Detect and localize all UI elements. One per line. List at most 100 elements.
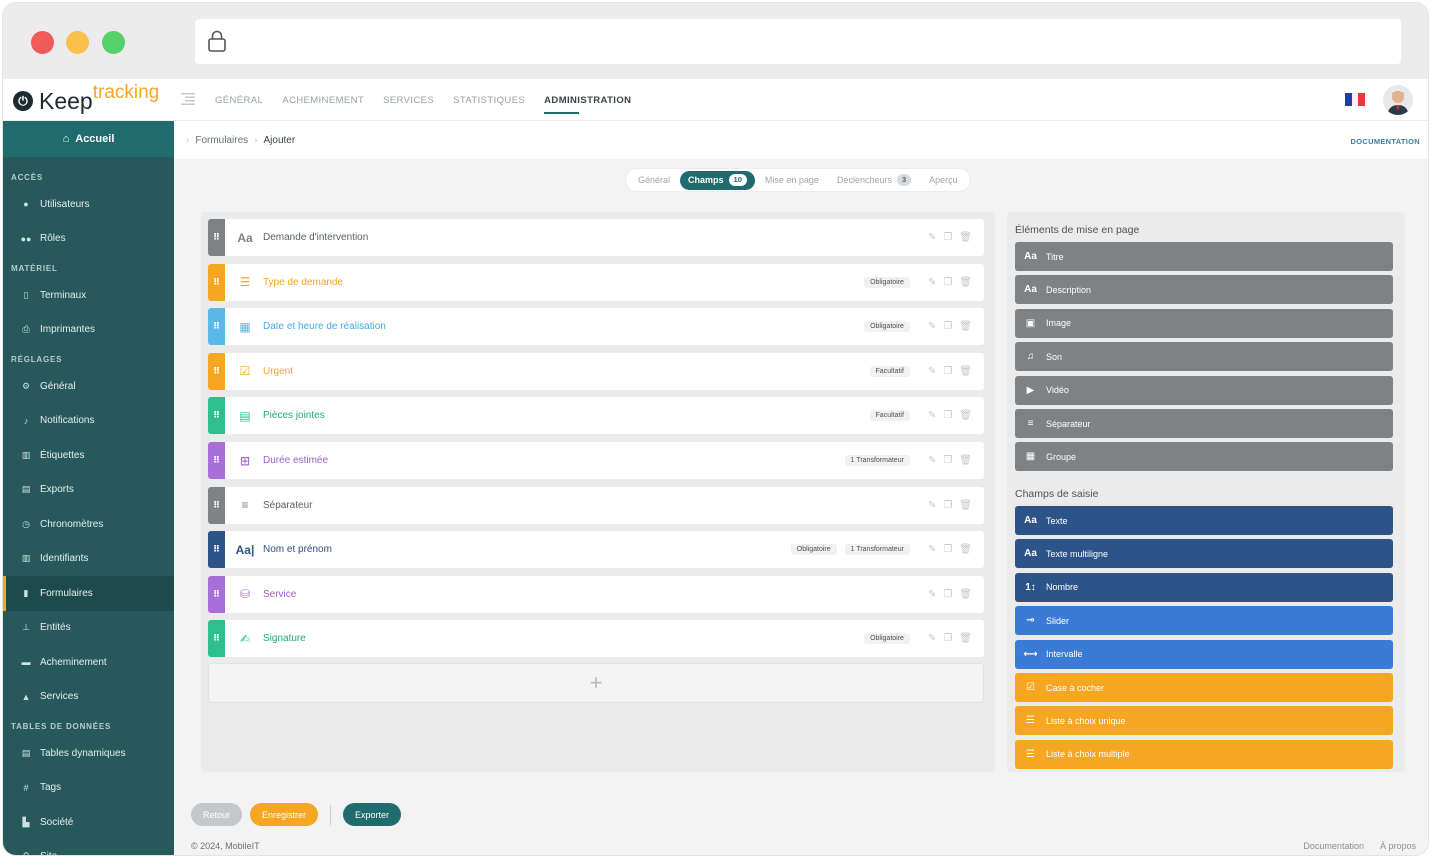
sidebar-item-formulaires[interactable]: ▮ Formulaires	[3, 576, 174, 611]
edit-icon[interactable]: ✎	[928, 321, 936, 332]
sidebar-item-services[interactable]: ▲ Services	[3, 680, 174, 715]
footer-documentation-link[interactable]: Documentation	[1303, 841, 1364, 851]
drag-handle-icon[interactable]: ⠿	[208, 308, 225, 346]
nav-general[interactable]: GÉNÉRAL	[215, 95, 263, 106]
palette-intervalle-button[interactable]: ⟷ Intervalle	[1015, 639, 1393, 669]
sidebar-item-utilisateurs[interactable]: ● Utilisateurs	[3, 187, 174, 222]
edit-icon[interactable]: ✎	[928, 500, 936, 511]
field-row[interactable]: ⠿ ⊞ Durée estimée 1 Transformateur ✎ ❐ 🗑	[208, 442, 984, 479]
duplicate-icon[interactable]: ❐	[943, 633, 952, 644]
field-row[interactable]: ⠿ ⛁ Service ✎ ❐ 🗑	[208, 575, 984, 613]
menu-toggle-icon[interactable]	[181, 93, 195, 105]
edit-icon[interactable]: ✎	[928, 544, 936, 555]
sidebar-item-terminaux[interactable]: ▯ Terminaux	[3, 278, 174, 313]
close-window-button[interactable]	[31, 31, 54, 54]
edit-icon[interactable]: ✎	[928, 366, 936, 377]
sidebar-item-tables-dynamiques[interactable]: ▤ Tables dynamiques	[3, 736, 174, 771]
palette-liste-a-choix-multiple-button[interactable]: ☰ Liste à choix multiple	[1015, 739, 1393, 769]
field-row[interactable]: ⠿ ☑ Urgent Facultatif ✎ ❐ 🗑	[208, 352, 984, 390]
tab-champs[interactable]: Champs 10	[680, 170, 755, 190]
delete-icon[interactable]: 🗑	[959, 232, 972, 243]
duplicate-icon[interactable]: ❐	[943, 589, 952, 600]
delete-icon[interactable]: 🗑	[959, 410, 972, 421]
delete-icon[interactable]: 🗑	[959, 277, 972, 288]
duplicate-icon[interactable]: ❐	[943, 544, 952, 555]
field-row[interactable]: ⠿ Aa Demande d'intervention ✎ ❐ 🗑	[208, 219, 984, 256]
sidebar-item-etiquettes[interactable]: ▥ Étiquettes	[3, 438, 174, 473]
field-row[interactable]: ⠿ ▤ Pièces jointes Facultatif ✎ ❐ 🗑	[208, 397, 984, 435]
documentation-link[interactable]: DOCUMENTATION	[1351, 137, 1420, 146]
palette-slider-button[interactable]: ⊸ Slider	[1015, 606, 1393, 636]
delete-icon[interactable]: 🗑	[959, 455, 972, 466]
drag-handle-icon[interactable]: ⠿	[208, 219, 225, 256]
palette-video-button[interactable]: ▶ Vidéo	[1015, 375, 1393, 405]
delete-icon[interactable]: 🗑	[959, 544, 972, 555]
edit-icon[interactable]: ✎	[928, 455, 936, 466]
sidebar-item-roles[interactable]: ●● Rôles	[3, 222, 174, 257]
drag-handle-icon[interactable]: ⠿	[208, 352, 225, 390]
duplicate-icon[interactable]: ❐	[943, 232, 952, 243]
palette-image-button[interactable]: ▣ Image	[1015, 308, 1393, 338]
palette-titre-button[interactable]: Aa Titre	[1015, 242, 1393, 271]
duplicate-icon[interactable]: ❐	[943, 321, 952, 332]
drag-handle-icon[interactable]: ⠿	[208, 263, 225, 301]
footer-about-link[interactable]: À propos	[1380, 841, 1416, 851]
field-row[interactable]: ⠿ ≡ Séparateur ✎ ❐ 🗑	[208, 486, 984, 524]
tab-general[interactable]: Général	[630, 171, 678, 190]
palette-nombre-button[interactable]: 1↕ Nombre	[1015, 572, 1393, 602]
sidebar-item-site[interactable]: ⚲ Site	[3, 840, 174, 855]
add-field-button[interactable]: +	[208, 663, 984, 703]
sidebar-item-general[interactable]: ⚙ Général	[3, 369, 174, 404]
edit-icon[interactable]: ✎	[928, 633, 936, 644]
user-avatar[interactable]	[1383, 85, 1413, 115]
drag-handle-icon[interactable]: ⠿	[208, 531, 225, 569]
sidebar-item-identifiants[interactable]: ▥ Identifiants	[3, 542, 174, 577]
sidebar-home[interactable]: ⌂ Accueil	[3, 121, 174, 157]
field-row[interactable]: ⠿ ▦ Date et heure de réalisation Obligatoir…	[208, 308, 984, 346]
delete-icon[interactable]: 🗑	[959, 633, 972, 644]
palette-texte-multiligne-button[interactable]: Aa Texte multiligne	[1015, 539, 1393, 569]
duplicate-icon[interactable]: ❐	[943, 277, 952, 288]
sidebar-item-entites[interactable]: ⊥ Entités	[3, 611, 174, 646]
drag-handle-icon[interactable]: ⠿	[208, 397, 225, 435]
drag-handle-icon[interactable]: ⠿	[208, 575, 225, 613]
export-button[interactable]: Exporter	[343, 803, 402, 826]
field-row[interactable]: ⠿ ✍ Signature Obligatoire ✎ ❐ 🗑	[208, 620, 984, 658]
palette-separateur-button[interactable]: ≡ Séparateur	[1015, 409, 1393, 438]
tab-declencheurs[interactable]: Déclencheurs 3	[829, 171, 919, 190]
french-flag-icon[interactable]	[1345, 93, 1366, 106]
sidebar-item-chronometres[interactable]: ◷ Chronomètres	[3, 507, 174, 542]
drag-handle-icon[interactable]: ⠿	[208, 442, 225, 479]
edit-icon[interactable]: ✎	[928, 232, 936, 243]
sidebar-item-acheminement[interactable]: ▬ Acheminement	[3, 645, 174, 680]
keeptracking-logo[interactable]: ⏻ Keep tracking	[13, 83, 159, 115]
duplicate-icon[interactable]: ❐	[943, 410, 952, 421]
tab-mise-en-page[interactable]: Mise en page	[757, 171, 827, 190]
drag-handle-icon[interactable]: ⠿	[208, 486, 225, 524]
breadcrumb-formulaires[interactable]: Formulaires	[195, 135, 248, 146]
field-row[interactable]: ⠿ Aa| Nom et prénom Obligatoire 1 Transforma…	[208, 531, 984, 569]
delete-icon[interactable]: 🗑	[959, 500, 972, 511]
drag-handle-icon[interactable]: ⠿	[208, 620, 225, 658]
sidebar-item-imprimantes[interactable]: ⎙ Imprimantes	[3, 313, 174, 348]
address-bar[interactable]	[195, 19, 1401, 64]
palette-description-button[interactable]: Aa Description	[1015, 275, 1393, 305]
duplicate-icon[interactable]: ❐	[943, 366, 952, 377]
back-button[interactable]: Retour	[191, 803, 243, 826]
nav-acheminement[interactable]: ACHEMINEMENT	[282, 95, 364, 106]
palette-groupe-button[interactable]: ▦ Groupe	[1015, 442, 1393, 472]
duplicate-icon[interactable]: ❐	[943, 500, 952, 511]
maximize-window-button[interactable]	[102, 31, 125, 54]
nav-services[interactable]: SERVICES	[383, 95, 434, 106]
duplicate-icon[interactable]: ❐	[943, 455, 952, 466]
sidebar-item-societe[interactable]: ▙ Société	[3, 805, 174, 840]
nav-administration[interactable]: ADMINISTRATION	[544, 95, 631, 114]
edit-icon[interactable]: ✎	[928, 589, 936, 600]
nav-statistiques[interactable]: STATISTIQUES	[453, 95, 525, 106]
tab-apercu[interactable]: Aperçu	[921, 171, 966, 190]
sidebar-item-tags[interactable]: # Tags	[3, 771, 174, 806]
palette-case-a-cocher-button[interactable]: ☑ Case à cocher	[1015, 673, 1393, 702]
edit-icon[interactable]: ✎	[928, 410, 936, 421]
delete-icon[interactable]: 🗑	[959, 366, 972, 377]
save-button[interactable]: Enregistrer	[250, 803, 319, 826]
